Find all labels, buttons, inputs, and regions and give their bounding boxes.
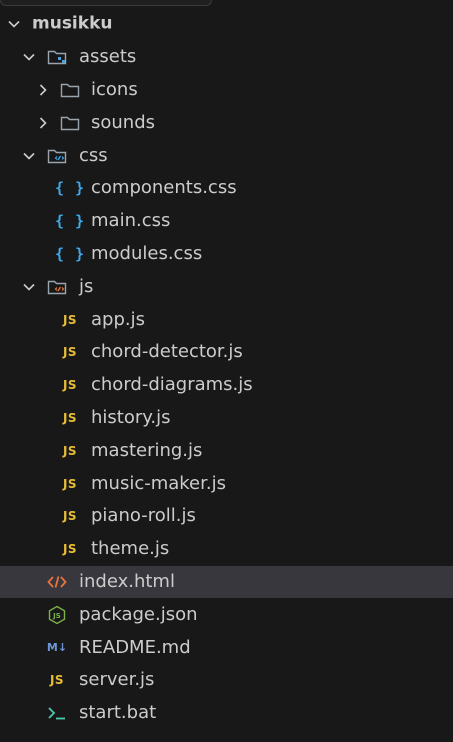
javascript-icon: JS bbox=[62, 443, 78, 458]
tree-file-chord-detector-js[interactable]: JS chord-detector.js bbox=[0, 336, 453, 369]
tree-folder-css[interactable]: css bbox=[0, 139, 453, 172]
javascript-icon: JS bbox=[62, 410, 78, 425]
tree-item-label: package.json bbox=[79, 603, 198, 625]
tree-file-theme-js[interactable]: JS theme.js bbox=[0, 533, 453, 566]
tree-item-label: chord-detector.js bbox=[91, 341, 243, 363]
tree-item-label: main.css bbox=[91, 210, 171, 232]
tree-item-label: sounds bbox=[91, 111, 156, 133]
javascript-icon: JS bbox=[62, 378, 78, 393]
tree-file-readme-md[interactable]: M↓ README.md bbox=[0, 631, 453, 664]
tree-item-label: mastering.js bbox=[91, 439, 203, 461]
css-braces-icon: { } bbox=[54, 179, 86, 198]
css-braces-icon: { } bbox=[54, 212, 86, 231]
tree-folder-sounds[interactable]: sounds bbox=[0, 106, 453, 139]
tree-file-package-json[interactable]: JS package.json bbox=[0, 598, 453, 631]
nodejs-icon: JS bbox=[47, 605, 67, 625]
tree-file-start-bat[interactable]: start.bat bbox=[0, 697, 453, 730]
tree-item-label: app.js bbox=[91, 308, 145, 330]
chevron-down-icon[interactable] bbox=[7, 17, 21, 31]
tree-file-index-html[interactable]: index.html bbox=[0, 565, 453, 599]
tree-file-piano-roll-js[interactable]: JS piano-roll.js bbox=[0, 500, 453, 533]
tree-file-main-css[interactable]: { } main.css bbox=[0, 205, 453, 238]
root-folder-label: musikku bbox=[32, 13, 113, 34]
tree-item-label: chord-diagrams.js bbox=[91, 374, 253, 396]
tree-item-label: assets bbox=[79, 46, 137, 68]
javascript-icon: JS bbox=[49, 673, 65, 688]
tree-file-app-js[interactable]: JS app.js bbox=[0, 303, 453, 336]
markdown-icon: M↓ bbox=[46, 641, 68, 655]
chevron-down-icon[interactable] bbox=[22, 149, 36, 163]
tree-file-chord-diagrams-js[interactable]: JS chord-diagrams.js bbox=[0, 369, 453, 402]
tree-item-label: icons bbox=[91, 78, 138, 100]
folder-js-icon bbox=[47, 277, 67, 297]
css-braces-icon: { } bbox=[54, 244, 86, 263]
tree-item-label: history.js bbox=[91, 406, 171, 428]
svg-text:JS: JS bbox=[52, 612, 61, 620]
tree-item-label: components.css bbox=[91, 177, 237, 199]
terminal-icon bbox=[47, 703, 67, 723]
tree-file-components-css[interactable]: { } components.css bbox=[0, 172, 453, 205]
folder-icon bbox=[60, 80, 80, 100]
tree-item-label: music-maker.js bbox=[91, 472, 226, 494]
tree-item-label: modules.css bbox=[91, 242, 203, 264]
tree-item-label: css bbox=[79, 144, 108, 166]
tree-folder-icons[interactable]: icons bbox=[0, 74, 453, 107]
tree-root-musikku[interactable]: musikku bbox=[0, 8, 453, 41]
tree-folder-js[interactable]: js bbox=[0, 270, 453, 303]
folder-icon bbox=[60, 113, 80, 133]
tree-file-mastering-js[interactable]: JS mastering.js bbox=[0, 434, 453, 467]
tree-file-modules-css[interactable]: { } modules.css bbox=[0, 238, 453, 271]
javascript-icon: JS bbox=[62, 345, 78, 360]
javascript-icon: JS bbox=[62, 509, 78, 524]
tree-file-music-maker-js[interactable]: JS music-maker.js bbox=[0, 467, 453, 500]
tree-file-server-js[interactable]: JS server.js bbox=[0, 664, 453, 697]
chevron-right-icon[interactable] bbox=[36, 83, 50, 97]
tree-item-label: theme.js bbox=[91, 538, 170, 560]
folder-assets-icon bbox=[47, 47, 67, 67]
chevron-down-icon[interactable] bbox=[22, 50, 36, 64]
tree-item-label: start.bat bbox=[79, 702, 157, 724]
tree-file-history-js[interactable]: JS history.js bbox=[0, 402, 453, 435]
chevron-down-icon[interactable] bbox=[22, 280, 36, 294]
javascript-icon: JS bbox=[62, 476, 78, 491]
tree-folder-assets[interactable]: assets bbox=[0, 41, 453, 74]
tree-item-label: index.html bbox=[79, 570, 175, 592]
javascript-icon: JS bbox=[62, 312, 78, 327]
file-explorer-tree: musikku assets icons sounds css {} comp… bbox=[0, 8, 453, 730]
chevron-right-icon[interactable] bbox=[36, 116, 50, 130]
tree-item-label: piano-roll.js bbox=[91, 505, 196, 527]
top-overflow-edge bbox=[0, 0, 212, 6]
folder-css-icon bbox=[47, 146, 67, 166]
tree-item-label: README.md bbox=[79, 636, 191, 658]
tree-item-label: server.js bbox=[79, 669, 155, 691]
html-code-icon bbox=[47, 572, 67, 592]
javascript-icon: JS bbox=[62, 542, 78, 557]
tree-item-label: js bbox=[79, 275, 94, 297]
